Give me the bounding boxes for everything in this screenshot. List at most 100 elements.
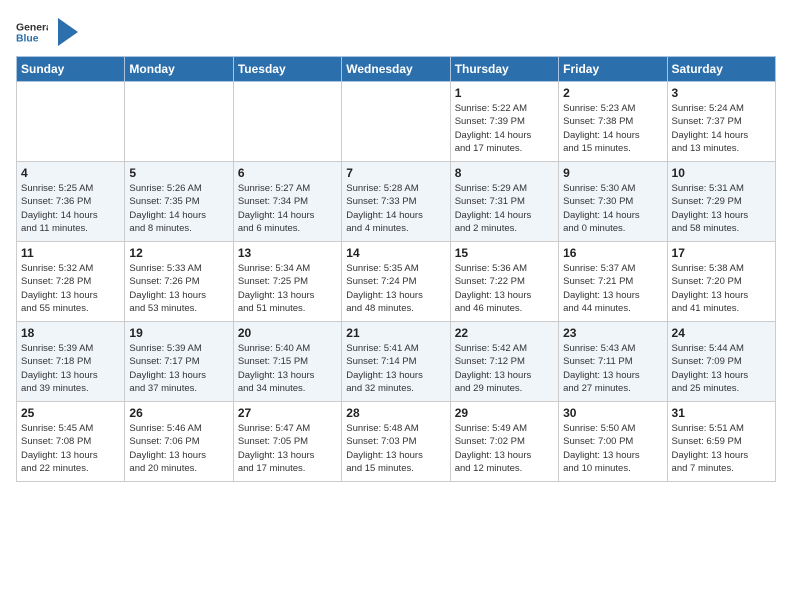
calendar-week-row: 25 Sunrise: 5:45 AM Sunset: 7:08 PM Dayli…: [17, 402, 776, 482]
calendar-cell: 22 Sunrise: 5:42 AM Sunset: 7:12 PM Dayli…: [450, 322, 558, 402]
day-detail: Sunrise: 5:46 AM Sunset: 7:06 PM Dayligh…: [129, 422, 228, 475]
day-number: 8: [455, 166, 554, 180]
day-detail: Sunrise: 5:51 AM Sunset: 6:59 PM Dayligh…: [672, 422, 771, 475]
day-number: 15: [455, 246, 554, 260]
calendar-cell: 8 Sunrise: 5:29 AM Sunset: 7:31 PM Daylig…: [450, 162, 558, 242]
calendar-cell: 12 Sunrise: 5:33 AM Sunset: 7:26 PM Dayli…: [125, 242, 233, 322]
col-header-sunday: Sunday: [17, 57, 125, 82]
calendar-cell: 17Sunrise: 5:38 AM Sunset: 7:20 PM Dayli…: [667, 242, 775, 322]
calendar-header-row: SundayMondayTuesdayWednesdayThursdayFrid…: [17, 57, 776, 82]
calendar-cell: 1 Sunrise: 5:22 AM Sunset: 7:39 PM Daylig…: [450, 82, 558, 162]
day-detail: Sunrise: 5:27 AM Sunset: 7:34 PM Dayligh…: [238, 182, 337, 235]
calendar-cell: 5Sunrise: 5:26 AM Sunset: 7:35 PM Daylig…: [125, 162, 233, 242]
calendar-cell: 26Sunrise: 5:46 AM Sunset: 7:06 PM Dayli…: [125, 402, 233, 482]
calendar-cell: 23 Sunrise: 5:43 AM Sunset: 7:11 PM Dayli…: [559, 322, 667, 402]
calendar-cell: 15Sunrise: 5:36 AM Sunset: 7:22 PM Dayli…: [450, 242, 558, 322]
calendar-cell: 21 Sunrise: 5:41 AM Sunset: 7:14 PM Dayli…: [342, 322, 450, 402]
calendar-cell: 31 Sunrise: 5:51 AM Sunset: 6:59 PM Dayli…: [667, 402, 775, 482]
day-number: 21: [346, 326, 445, 340]
day-detail: Sunrise: 5:50 AM Sunset: 7:00 PM Dayligh…: [563, 422, 662, 475]
calendar-cell: 24Sunrise: 5:44 AM Sunset: 7:09 PM Dayli…: [667, 322, 775, 402]
logo: General Blue: [16, 16, 78, 48]
day-detail: Sunrise: 5:47 AM Sunset: 7:05 PM Dayligh…: [238, 422, 337, 475]
day-number: 6: [238, 166, 337, 180]
col-header-wednesday: Wednesday: [342, 57, 450, 82]
day-number: 3: [672, 86, 771, 100]
calendar-week-row: 1 Sunrise: 5:22 AM Sunset: 7:39 PM Daylig…: [17, 82, 776, 162]
calendar-cell: 3 Sunrise: 5:24 AM Sunset: 7:37 PM Daylig…: [667, 82, 775, 162]
day-detail: Sunrise: 5:28 AM Sunset: 7:33 PM Dayligh…: [346, 182, 445, 235]
col-header-monday: Monday: [125, 57, 233, 82]
logo-arrow-icon: [58, 18, 78, 46]
calendar-cell: [342, 82, 450, 162]
day-detail: Sunrise: 5:25 AM Sunset: 7:36 PM Dayligh…: [21, 182, 120, 235]
calendar-cell: 4 Sunrise: 5:25 AM Sunset: 7:36 PM Daylig…: [17, 162, 125, 242]
day-number: 13: [238, 246, 337, 260]
page-header: General Blue: [16, 16, 776, 48]
day-number: 7: [346, 166, 445, 180]
day-number: 9: [563, 166, 662, 180]
day-number: 31: [672, 406, 771, 420]
day-number: 16: [563, 246, 662, 260]
day-detail: Sunrise: 5:42 AM Sunset: 7:12 PM Dayligh…: [455, 342, 554, 395]
calendar-cell: 20 Sunrise: 5:40 AM Sunset: 7:15 PM Dayli…: [233, 322, 341, 402]
day-detail: Sunrise: 5:39 AM Sunset: 7:18 PM Dayligh…: [21, 342, 120, 395]
day-detail: Sunrise: 5:49 AM Sunset: 7:02 PM Dayligh…: [455, 422, 554, 475]
day-number: 1: [455, 86, 554, 100]
col-header-thursday: Thursday: [450, 57, 558, 82]
calendar-cell: [17, 82, 125, 162]
calendar-cell: 30 Sunrise: 5:50 AM Sunset: 7:00 PM Dayli…: [559, 402, 667, 482]
day-detail: Sunrise: 5:29 AM Sunset: 7:31 PM Dayligh…: [455, 182, 554, 235]
calendar-cell: 13 Sunrise: 5:34 AM Sunset: 7:25 PM Dayli…: [233, 242, 341, 322]
day-detail: Sunrise: 5:38 AM Sunset: 7:20 PM Dayligh…: [672, 262, 771, 315]
day-number: 28: [346, 406, 445, 420]
calendar-table: SundayMondayTuesdayWednesdayThursdayFrid…: [16, 56, 776, 482]
calendar-week-row: 11 Sunrise: 5:32 AM Sunset: 7:28 PM Dayli…: [17, 242, 776, 322]
calendar-cell: 6 Sunrise: 5:27 AM Sunset: 7:34 PM Daylig…: [233, 162, 341, 242]
day-number: 20: [238, 326, 337, 340]
day-detail: Sunrise: 5:22 AM Sunset: 7:39 PM Dayligh…: [455, 102, 554, 155]
day-number: 22: [455, 326, 554, 340]
svg-text:General: General: [16, 22, 48, 33]
day-number: 23: [563, 326, 662, 340]
day-number: 25: [21, 406, 120, 420]
day-detail: Sunrise: 5:24 AM Sunset: 7:37 PM Dayligh…: [672, 102, 771, 155]
day-detail: Sunrise: 5:45 AM Sunset: 7:08 PM Dayligh…: [21, 422, 120, 475]
day-number: 24: [672, 326, 771, 340]
day-detail: Sunrise: 5:43 AM Sunset: 7:11 PM Dayligh…: [563, 342, 662, 395]
calendar-cell: [125, 82, 233, 162]
calendar-cell: 11 Sunrise: 5:32 AM Sunset: 7:28 PM Dayli…: [17, 242, 125, 322]
day-number: 18: [21, 326, 120, 340]
day-detail: Sunrise: 5:48 AM Sunset: 7:03 PM Dayligh…: [346, 422, 445, 475]
calendar-cell: 14Sunrise: 5:35 AM Sunset: 7:24 PM Dayli…: [342, 242, 450, 322]
day-number: 30: [563, 406, 662, 420]
calendar-cell: 16Sunrise: 5:37 AM Sunset: 7:21 PM Dayli…: [559, 242, 667, 322]
calendar-cell: 19Sunrise: 5:39 AM Sunset: 7:17 PM Dayli…: [125, 322, 233, 402]
day-detail: Sunrise: 5:40 AM Sunset: 7:15 PM Dayligh…: [238, 342, 337, 395]
day-detail: Sunrise: 5:23 AM Sunset: 7:38 PM Dayligh…: [563, 102, 662, 155]
col-header-saturday: Saturday: [667, 57, 775, 82]
calendar-cell: [233, 82, 341, 162]
day-number: 27: [238, 406, 337, 420]
day-detail: Sunrise: 5:34 AM Sunset: 7:25 PM Dayligh…: [238, 262, 337, 315]
day-detail: Sunrise: 5:26 AM Sunset: 7:35 PM Dayligh…: [129, 182, 228, 235]
calendar-cell: 10 Sunrise: 5:31 AM Sunset: 7:29 PM Dayli…: [667, 162, 775, 242]
col-header-friday: Friday: [559, 57, 667, 82]
calendar-week-row: 4 Sunrise: 5:25 AM Sunset: 7:36 PM Daylig…: [17, 162, 776, 242]
calendar-cell: 25 Sunrise: 5:45 AM Sunset: 7:08 PM Dayli…: [17, 402, 125, 482]
calendar-cell: 9Sunrise: 5:30 AM Sunset: 7:30 PM Daylig…: [559, 162, 667, 242]
day-detail: Sunrise: 5:39 AM Sunset: 7:17 PM Dayligh…: [129, 342, 228, 395]
day-detail: Sunrise: 5:31 AM Sunset: 7:29 PM Dayligh…: [672, 182, 771, 235]
day-number: 10: [672, 166, 771, 180]
day-number: 14: [346, 246, 445, 260]
calendar-cell: 18 Sunrise: 5:39 AM Sunset: 7:18 PM Dayli…: [17, 322, 125, 402]
col-header-tuesday: Tuesday: [233, 57, 341, 82]
svg-text:Blue: Blue: [16, 34, 39, 45]
day-detail: Sunrise: 5:32 AM Sunset: 7:28 PM Dayligh…: [21, 262, 120, 315]
day-number: 4: [21, 166, 120, 180]
day-detail: Sunrise: 5:41 AM Sunset: 7:14 PM Dayligh…: [346, 342, 445, 395]
day-detail: Sunrise: 5:33 AM Sunset: 7:26 PM Dayligh…: [129, 262, 228, 315]
day-number: 11: [21, 246, 120, 260]
day-number: 2: [563, 86, 662, 100]
day-number: 12: [129, 246, 228, 260]
